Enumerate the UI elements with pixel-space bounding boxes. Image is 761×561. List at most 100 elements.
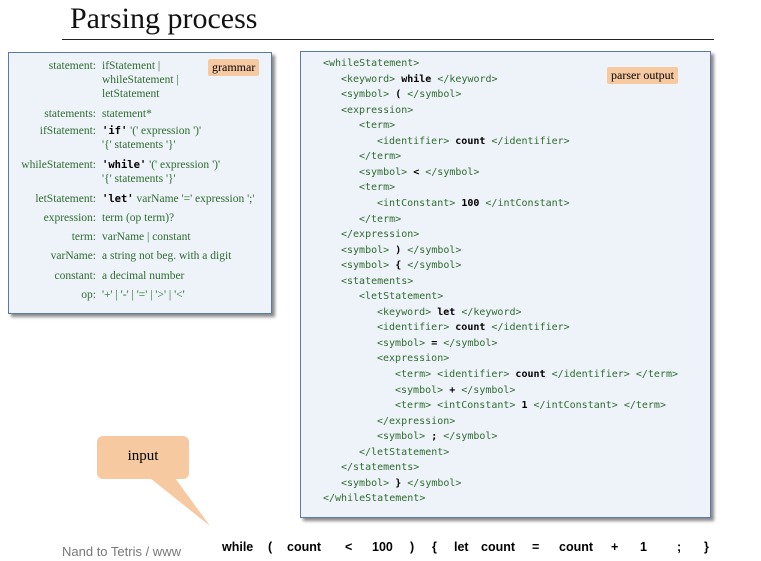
grammar-term: letStatement xyxy=(102,88,160,100)
grammar-term: expression xyxy=(157,159,210,171)
grammar-panel: grammar statement: ifStatement | whileStat… xyxy=(8,52,272,314)
grammar-rule-name: statement: xyxy=(48,60,96,72)
input-token: + xyxy=(611,540,619,554)
grammar-definition-line: a decimal number xyxy=(102,269,184,283)
xml-open-tag: </whileStatement> xyxy=(323,493,426,505)
grammar-definition-line: '{' statements '}' xyxy=(102,138,201,152)
grammar-rule-definition: varName | constant xyxy=(102,230,191,244)
xml-line: </expression> xyxy=(377,415,455,429)
xml-token-value: count xyxy=(455,135,486,147)
xml-close-tag: </identifier> xyxy=(491,135,570,147)
xml-line: <symbol> ) </symbol> xyxy=(341,244,461,258)
grammar-definition-line: '{' statements '}' xyxy=(102,172,220,186)
xml-open-tag: <whileStatement> xyxy=(323,58,420,69)
xml-open-tag: <identifier> xyxy=(377,135,450,147)
grammar-term: '}' xyxy=(163,173,176,185)
xml-close-tag: </intConstant> xyxy=(485,197,570,209)
grammar-rule-name: ifStatement: xyxy=(39,125,96,137)
xml-token-value: ) xyxy=(395,244,402,256)
grammar-term: 'let' xyxy=(102,193,134,205)
xml-line: <letStatement> xyxy=(359,290,443,304)
parser-output-badge: parser output xyxy=(607,67,678,84)
grammar-rule-definition: 'if' '(' expression ')' '{' statements '}… xyxy=(102,124,201,152)
xml-open-tag: </statements> xyxy=(341,462,420,474)
grammar-definition-line: a string not beg. with a digit xyxy=(102,249,231,263)
xml-token-value: while xyxy=(401,73,432,85)
slide-title: Parsing process xyxy=(70,2,258,35)
grammar-rule-definition: a string not beg. with a digit xyxy=(102,249,231,263)
grammar-rule-definition: a decimal number xyxy=(102,269,184,283)
xml-close-tag: </symbol> xyxy=(407,244,462,256)
xml-line: <symbol> } </symbol> xyxy=(341,477,461,491)
xml-open-tag: <symbol> xyxy=(341,260,390,272)
xml-line: <keyword> while </keyword> xyxy=(341,73,498,87)
grammar-definition-line: ifStatement | xyxy=(102,59,179,73)
xml-token-value: ( xyxy=(395,89,402,101)
input-token: count xyxy=(481,540,516,554)
grammar-term: varName xyxy=(133,193,179,205)
xml-open-tag: <expression> xyxy=(377,353,450,365)
grammar-rule-name: op: xyxy=(81,289,96,301)
input-callout-label: input xyxy=(127,448,159,464)
grammar-definition-line: '+' | '-' | '=' | '>' | '<' xyxy=(102,288,185,302)
xml-open-tag: <symbol> xyxy=(359,166,408,178)
grammar-term: '{' xyxy=(102,139,112,151)
grammar-term: ')' xyxy=(209,159,221,171)
xml-open-tag: </letStatement> xyxy=(359,446,450,458)
grammar-definition-line: varName | constant xyxy=(102,230,191,244)
grammar-term: statements xyxy=(111,139,164,151)
xml-open-tag: <keyword> xyxy=(377,306,432,318)
grammar-rule-definition: term (op term)? xyxy=(102,211,174,225)
xml-line: <symbol> ( </symbol> xyxy=(341,88,461,102)
input-token: 1 xyxy=(640,540,647,554)
grammar-definition-line: term (op term)? xyxy=(102,211,174,225)
xml-line: <term> xyxy=(359,119,395,133)
grammar-term: '}' xyxy=(163,139,176,151)
grammar-term: '{' xyxy=(102,173,112,185)
xml-line: <symbol> = </symbol> xyxy=(377,337,497,351)
xml-close-tag: </intConstant> </term> xyxy=(533,400,666,412)
xml-line: <identifier> count </identifier> xyxy=(377,135,570,149)
grammar-term: 'if' xyxy=(102,125,128,137)
grammar-term: a string not beg. with a digit xyxy=(102,250,232,262)
grammar-rule-name: expression: xyxy=(43,212,96,224)
grammar-rule-name: varName: xyxy=(50,250,96,262)
xml-open-tag: </expression> xyxy=(341,229,420,241)
input-token: ( xyxy=(268,540,273,554)
xml-close-tag: </symbol> xyxy=(425,166,480,178)
grammar-term: '+' | '-' | '=' | '>' | '<' xyxy=(102,289,185,301)
xml-open-tag: </term> xyxy=(359,151,402,163)
xml-open-tag: <term> <intConstant> xyxy=(395,400,516,412)
xml-close-tag: </keyword> xyxy=(461,306,522,318)
xml-line: <symbol> { </symbol> xyxy=(341,259,461,273)
xml-token-value: < xyxy=(413,166,420,178)
grammar-term: 'while' xyxy=(102,159,147,171)
xml-open-tag: <symbol> xyxy=(395,384,444,396)
xml-token-value: count xyxy=(515,369,546,380)
input-token: count xyxy=(559,540,594,554)
grammar-term: expression xyxy=(192,193,245,205)
input-token: ; xyxy=(677,540,682,554)
xml-token-value: 1 xyxy=(521,400,528,412)
xml-line: <term> <identifier> count </identifier> … xyxy=(395,368,678,382)
xml-open-tag: <term> xyxy=(359,182,396,194)
xml-close-tag: </symbol> xyxy=(407,260,462,272)
input-token: let xyxy=(454,540,469,554)
xml-line: <symbol> < </symbol> xyxy=(359,166,479,180)
title-rule xyxy=(62,39,714,40)
xml-line: <symbol> + </symbol> xyxy=(395,384,515,398)
grammar-term: a decimal number xyxy=(102,270,185,282)
xml-close-tag: </symbol> xyxy=(407,477,462,489)
grammar-definition-line: 'let' varName '=' expression ';' xyxy=(102,192,254,206)
input-token: while xyxy=(222,540,254,554)
xml-close-tag: </symbol> xyxy=(407,89,462,101)
xml-line: <term> xyxy=(359,181,395,195)
grammar-rule-name: letStatement: xyxy=(35,193,96,205)
grammar-term: expression xyxy=(138,125,191,137)
input-token: count xyxy=(287,540,322,554)
xml-line: <expression> xyxy=(341,104,413,118)
input-token: ) xyxy=(410,540,415,554)
xml-line: </expression> xyxy=(341,228,419,242)
xml-open-tag: <symbol> xyxy=(377,337,426,349)
xml-line: </whileStatement> xyxy=(323,492,425,506)
